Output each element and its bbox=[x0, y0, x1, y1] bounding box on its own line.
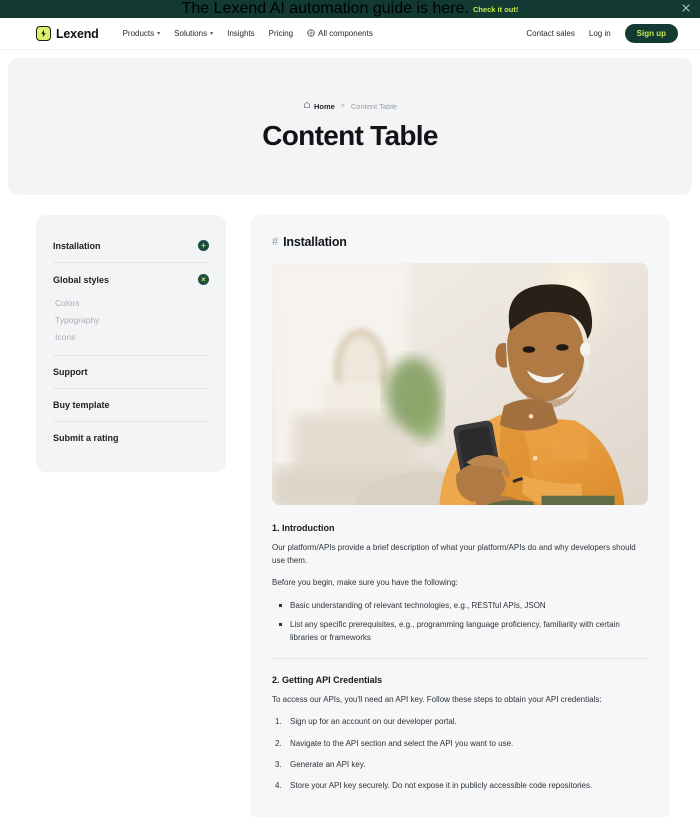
section-title: 1. Introduction bbox=[272, 523, 335, 533]
sidebar-item-support-label: Support bbox=[53, 367, 88, 377]
nav-item-solutions[interactable]: Solutions ▾ bbox=[174, 29, 213, 38]
sidebar-item-buy-template[interactable]: Buy template bbox=[53, 393, 209, 417]
sidebar-item-support[interactable]: Support bbox=[53, 360, 209, 384]
list-item: List any specific prerequisites, e.g., p… bbox=[272, 618, 648, 644]
nav-item-pricing[interactable]: Pricing bbox=[269, 29, 293, 38]
content-title: Installation bbox=[283, 235, 347, 249]
nav-item-pricing-label: Pricing bbox=[268, 29, 294, 38]
brand-name: Lexend bbox=[56, 26, 99, 41]
content-heading: # Installation bbox=[272, 235, 648, 249]
section-title: 2. Getting API Credentials bbox=[272, 675, 383, 686]
sidebar-sublist: Colors Typography Icons bbox=[53, 292, 209, 351]
plus-icon[interactable]: + bbox=[198, 240, 209, 251]
home-icon bbox=[303, 101, 311, 111]
banner-text: The Lexend AI automation guide is here. bbox=[181, 0, 469, 17]
sidebar-subitem-colors[interactable]: Colors bbox=[53, 294, 209, 311]
section-paragraph: To access our APIs, you'll need an API k… bbox=[272, 695, 602, 705]
sidebar-item-buy-template-label: Buy template bbox=[53, 400, 110, 410]
section-introduction: 1. Introduction Our platform/APIs provid… bbox=[272, 523, 648, 644]
list-item: Sign up for an account on our developer … bbox=[275, 715, 457, 728]
sidebar-divider bbox=[53, 421, 209, 422]
announcement-banner: The Lexend AI automation guide is here. … bbox=[0, 0, 700, 18]
chevron-down-icon: ▾ bbox=[157, 31, 161, 37]
sidebar-item-global-styles-label: Global styles bbox=[53, 274, 110, 285]
sidebar-item-submit-a-rating[interactable]: Submit a rating bbox=[53, 426, 209, 450]
page-layout: Installation + Global styles × Colors Ty… bbox=[0, 203, 700, 817]
prerequisites-list: Basic understanding of relevant technolo… bbox=[272, 599, 648, 645]
breadcrumb-separator: > bbox=[340, 102, 345, 110]
nav-links: Products ▾ Solutions ▾ Insights Pricing … bbox=[123, 28, 373, 39]
nav-item-insights[interactable]: Insights bbox=[227, 29, 255, 38]
list-item: Generate an API key. bbox=[275, 758, 366, 771]
nav-right-actions: Contact sales Log in Sign up bbox=[526, 24, 678, 43]
list-item: Navigate to the API section and select t… bbox=[275, 737, 514, 750]
breadcrumb-current: Content Table bbox=[350, 101, 398, 111]
close-icon[interactable] bbox=[682, 4, 690, 14]
breadcrumb: Home > Content Table bbox=[303, 101, 397, 111]
signup-button[interactable]: Sign up bbox=[624, 24, 678, 43]
sidebar-subitem-icons[interactable]: Icons bbox=[53, 328, 209, 345]
components-icon bbox=[307, 28, 315, 39]
breadcrumb-home-label: Home bbox=[313, 101, 335, 111]
hash-anchor-icon[interactable]: # bbox=[272, 236, 278, 248]
chevron-down-icon: ▾ bbox=[210, 31, 214, 37]
main-navbar: Lexend Products ▾ Solutions ▾ Insights P… bbox=[0, 18, 700, 50]
lexend-logo-icon bbox=[36, 26, 51, 41]
section-paragraph: Our platform/APIs provide a brief descri… bbox=[272, 543, 636, 566]
nav-item-products[interactable]: Products ▾ bbox=[123, 29, 161, 38]
close-icon[interactable]: × bbox=[198, 274, 209, 285]
sidebar-divider bbox=[53, 355, 209, 356]
nav-item-solutions-label: Solutions bbox=[174, 29, 208, 38]
sidebar-item-installation-label: Installation bbox=[53, 240, 101, 251]
content-panel: # Installation 1. Introduction Our platf… bbox=[250, 215, 670, 817]
sidebar-item-installation[interactable]: Installation + bbox=[53, 233, 209, 258]
hero-section: Home > Content Table Content Table bbox=[8, 58, 692, 195]
banner-cta-link[interactable]: Check it out! bbox=[473, 5, 518, 14]
list-item: Store your API key securely. Do not expo… bbox=[275, 779, 593, 792]
sidebar-divider bbox=[53, 262, 209, 263]
nav-item-all-components-label: All components bbox=[318, 29, 373, 38]
article-hero-image bbox=[272, 263, 648, 505]
section-getting-api-credentials: 2. Getting API Credentials To access our… bbox=[272, 675, 648, 792]
sidebar-divider bbox=[53, 388, 209, 389]
nav-item-all-components[interactable]: All components bbox=[307, 28, 373, 39]
nav-item-insights-label: Insights bbox=[227, 29, 255, 38]
breadcrumb-home[interactable]: Home bbox=[303, 101, 335, 111]
list-item: Basic understanding of relevant technolo… bbox=[272, 599, 648, 612]
section-divider bbox=[272, 658, 648, 660]
sidebar-item-global-styles[interactable]: Global styles × bbox=[53, 267, 209, 292]
section-paragraph: Before you begin, make sure you have the… bbox=[272, 578, 458, 588]
credentials-steps-list: Sign up for an account on our developer … bbox=[272, 715, 648, 792]
login-link[interactable]: Log in bbox=[589, 29, 611, 38]
toc-sidebar: Installation + Global styles × Colors Ty… bbox=[36, 215, 226, 472]
brand-logo[interactable]: Lexend bbox=[36, 26, 99, 41]
sidebar-subitem-typography[interactable]: Typography bbox=[53, 311, 209, 328]
page-title: Content Table bbox=[262, 120, 438, 151]
contact-sales-link[interactable]: Contact sales bbox=[526, 29, 574, 38]
sidebar-item-submit-a-rating-label: Submit a rating bbox=[53, 433, 119, 443]
nav-item-products-label: Products bbox=[122, 29, 155, 38]
